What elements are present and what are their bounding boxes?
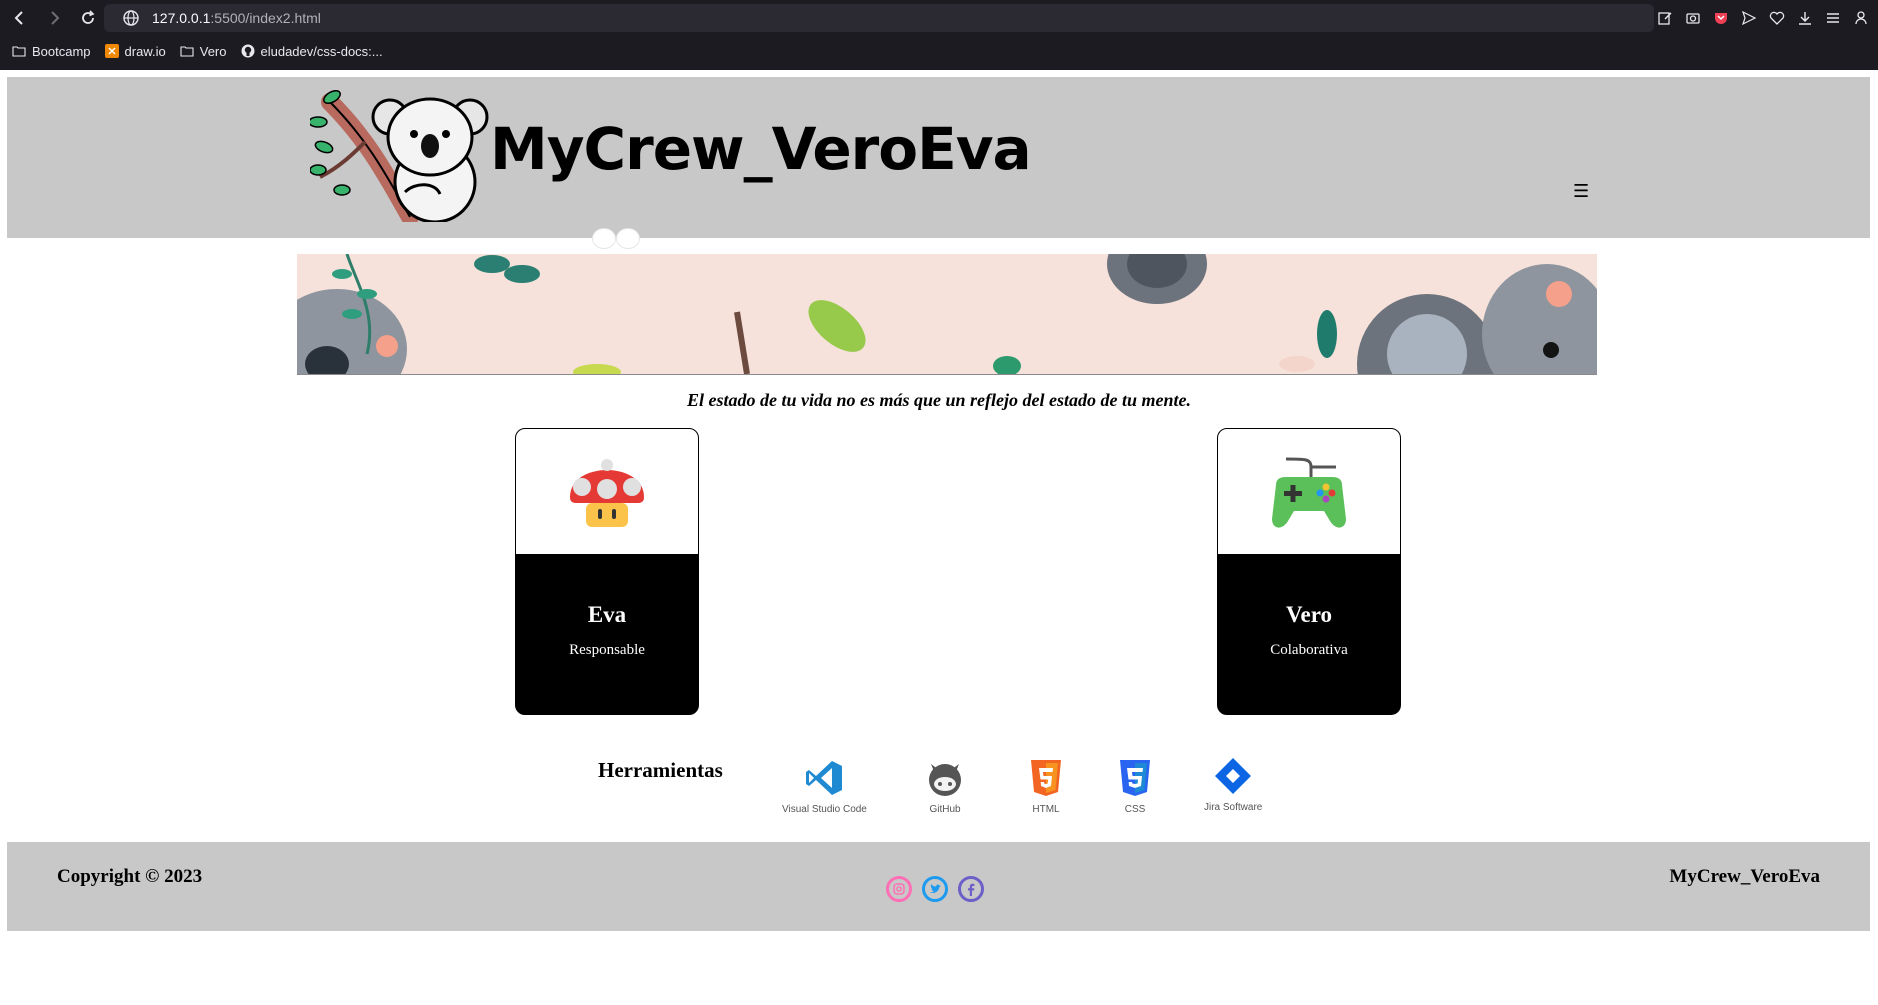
card-image (1218, 429, 1400, 554)
folder-icon (12, 46, 26, 57)
vscode-icon (806, 761, 843, 795)
member-card-eva[interactable]: Eva Responsable (515, 428, 699, 715)
instagram-icon[interactable] (886, 876, 912, 902)
account-icon[interactable] (1852, 9, 1870, 27)
carousel-dot[interactable] (593, 229, 615, 248)
back-arrow-icon (14, 11, 23, 25)
url-text: 127.0.0.1:5500/index2.html (152, 10, 321, 26)
mushroom-icon (570, 458, 644, 527)
jira-icon (1215, 758, 1252, 794)
footer-brand: MyCrew_VeroEva (1669, 866, 1820, 887)
edit-icon[interactable] (1656, 9, 1674, 27)
library-icon[interactable] (1824, 9, 1842, 27)
social-links (886, 876, 984, 902)
tool-github[interactable]: GitHub (925, 758, 965, 815)
address-bar[interactable]: 127.0.0.1:5500/index2.html (104, 4, 1654, 32)
reload-button[interactable] (74, 4, 102, 32)
bookmark-drawio[interactable]: draw.io (104, 44, 166, 59)
reload-icon (82, 10, 95, 24)
card-role: Colaborativa (1270, 642, 1348, 658)
card-image (516, 429, 698, 554)
hamburger-menu-icon[interactable]: ☰ (1573, 181, 1589, 202)
card-name: Eva (587, 602, 627, 627)
back-button[interactable] (6, 4, 34, 32)
carousel-dots (593, 229, 639, 248)
download-icon[interactable] (1796, 9, 1814, 27)
bookmark-vero[interactable]: Vero (180, 44, 227, 59)
tool-label: CSS (1124, 804, 1146, 815)
tool-html[interactable]: HTML (1026, 758, 1066, 815)
site-header: MyCrew_VeroEva ☰ (7, 77, 1870, 248)
card-name: Vero (1286, 602, 1332, 627)
carousel-dot[interactable] (617, 229, 639, 248)
web-page: MyCrew_VeroEva ☰ El estado de tu vida no… (0, 70, 1878, 1005)
drawio-icon (104, 44, 119, 58)
github-icon (929, 764, 961, 796)
tool-label: GitHub (929, 804, 961, 815)
screenshot-icon[interactable] (1684, 9, 1702, 27)
koala-logo-icon (310, 90, 489, 222)
tools-heading: Herramientas (598, 758, 723, 782)
html5-icon (1031, 760, 1061, 796)
send-icon[interactable] (1740, 9, 1758, 27)
koala-banner (297, 254, 1597, 375)
tool-vscode[interactable]: Visual Studio Code (782, 758, 867, 815)
brand-title: MyCrew_VeroEva (490, 115, 1032, 183)
banner-illustration (297, 254, 1597, 374)
facebook-icon[interactable] (958, 876, 984, 902)
tool-label: Visual Studio Code (782, 804, 867, 815)
globe-icon (123, 10, 139, 26)
gamepad-icon (1272, 457, 1346, 528)
twitter-icon[interactable] (922, 876, 948, 902)
tool-label: Jira Software (1204, 802, 1263, 813)
member-card-vero[interactable]: Vero Colaborativa (1217, 428, 1401, 715)
heart-icon[interactable] (1768, 9, 1786, 27)
tool-css[interactable]: CSS (1115, 758, 1155, 815)
bookmark-bootcamp[interactable]: Bootcamp (12, 44, 91, 59)
browser-chrome: 127.0.0.1:5500/index2.html Bootcamp draw… (0, 0, 1878, 70)
pocket-icon[interactable] (1712, 9, 1730, 27)
copyright-text: Copyright © 2023 (57, 866, 203, 887)
css3-icon (1120, 760, 1150, 796)
bookmarks-bar: Bootcamp draw.io Vero eludadev/css-docs:… (0, 38, 1878, 64)
forward-arrow-icon (51, 11, 60, 25)
tool-jira[interactable]: Jira Software (1204, 756, 1262, 813)
card-role: Responsable (569, 642, 645, 658)
site-footer: Copyright © 2023 MyCrew_VeroEva (7, 842, 1870, 931)
toolbar-actions (1656, 4, 1870, 32)
tool-label: HTML (1032, 804, 1060, 815)
motto-quote: El estado de tu vida no es más que un re… (687, 390, 1191, 410)
folder-icon (180, 46, 194, 57)
forward-button[interactable] (40, 4, 68, 32)
github-icon (241, 44, 254, 58)
browser-toolbar: 127.0.0.1:5500/index2.html (0, 0, 1878, 36)
bookmark-css-docs[interactable]: eludadev/css-docs:... (241, 44, 383, 59)
